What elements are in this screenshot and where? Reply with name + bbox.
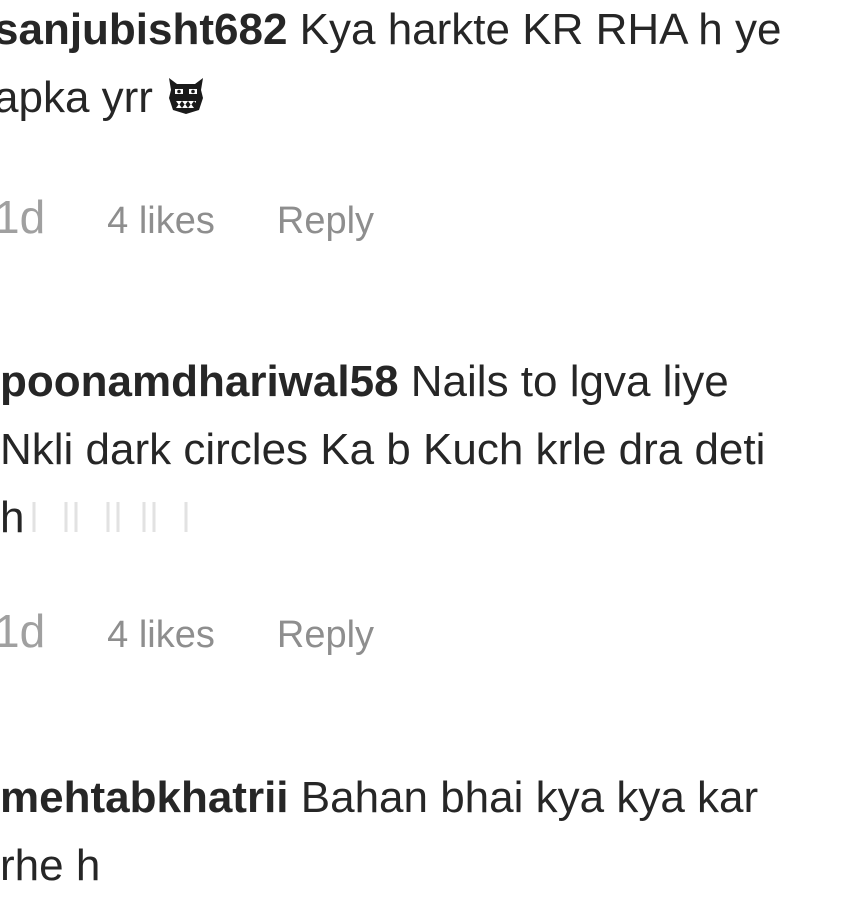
reply-button[interactable]: Reply: [277, 200, 374, 243]
comment-username[interactable]: sanjubisht682: [0, 5, 287, 54]
comment-meta: 1d 4 likes Reply: [0, 190, 374, 244]
comment-timestamp[interactable]: 1d: [0, 190, 45, 244]
comment-likes-count[interactable]: 4 likes: [107, 200, 215, 243]
comment-item: sanjubisht682 Kya harkte KR RHA h ye apk…: [0, 0, 850, 132]
comment-text-block: sanjubisht682 Kya harkte KR RHA h ye apk…: [0, 0, 814, 132]
comment-meta: 1d 4 likes Reply: [0, 604, 374, 658]
comment-username[interactable]: mehtabkhatrii: [0, 773, 289, 822]
ogre-face-icon: [165, 68, 207, 114]
comment-timestamp[interactable]: 1d: [0, 604, 45, 658]
comment-text-block: poonamdhariwal58 Nails to lgva liye Nkli…: [0, 348, 790, 554]
comment-item: mehtabkhatrii Bahan bhai kya kya kar rhe…: [0, 764, 850, 900]
comment-likes-count[interactable]: 4 likes: [107, 614, 215, 657]
comment-text-block: mehtabkhatrii Bahan bhai kya kya kar rhe…: [0, 764, 820, 900]
comment-item: poonamdhariwal58 Nails to lgva liye Nkli…: [0, 348, 850, 554]
comment-username[interactable]: poonamdhariwal58: [0, 357, 399, 406]
unrendered-glyphs-icon: [28, 486, 190, 554]
reply-button[interactable]: Reply: [277, 614, 374, 657]
